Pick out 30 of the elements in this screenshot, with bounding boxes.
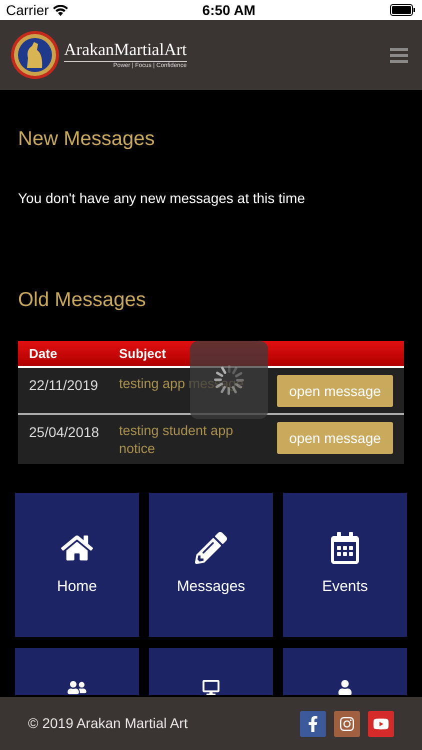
brand-name: ArakanMartialArt <box>64 40 187 62</box>
wifi-icon <box>52 4 68 16</box>
youtube-icon[interactable] <box>368 710 394 736</box>
nav-tile[interactable]: Home <box>15 493 139 637</box>
subject-link[interactable]: testing student app notice <box>119 421 267 458</box>
logo-emblem-icon[interactable] <box>10 30 60 80</box>
instagram-icon[interactable] <box>334 710 360 736</box>
tile-label: Home <box>56 576 97 597</box>
nav-tile[interactable]: Messages <box>149 493 273 637</box>
pencil-icon <box>195 532 227 564</box>
empty-message: You don't have any new messages at this time <box>18 189 306 208</box>
section-title: New Messages <box>18 127 156 152</box>
nav-tile[interactable]: Events <box>283 493 407 637</box>
nav-tile[interactable] <box>15 648 139 695</box>
date-cell-text: 25/04/2018 <box>28 423 100 442</box>
tile-label: Messages <box>176 576 246 597</box>
facebook-icon[interactable] <box>300 710 326 736</box>
column-header: Date <box>28 344 58 363</box>
calendar-icon <box>329 532 361 564</box>
section-title: Old Messages <box>18 288 147 313</box>
clock: 6:50 AM <box>202 0 256 20</box>
nav-tile[interactable] <box>149 648 273 695</box>
nav-tile[interactable] <box>283 648 407 695</box>
tile-label: Events <box>322 576 368 597</box>
copyright-text: © 2019 Arakan Martial Art <box>28 714 188 733</box>
battery-icon <box>390 4 416 16</box>
column-header: Subject <box>118 344 166 363</box>
date-cell-text: 22/11/2019 <box>28 376 100 395</box>
menu-icon[interactable] <box>390 47 408 63</box>
carrier-label: Carrier <box>6 0 49 20</box>
